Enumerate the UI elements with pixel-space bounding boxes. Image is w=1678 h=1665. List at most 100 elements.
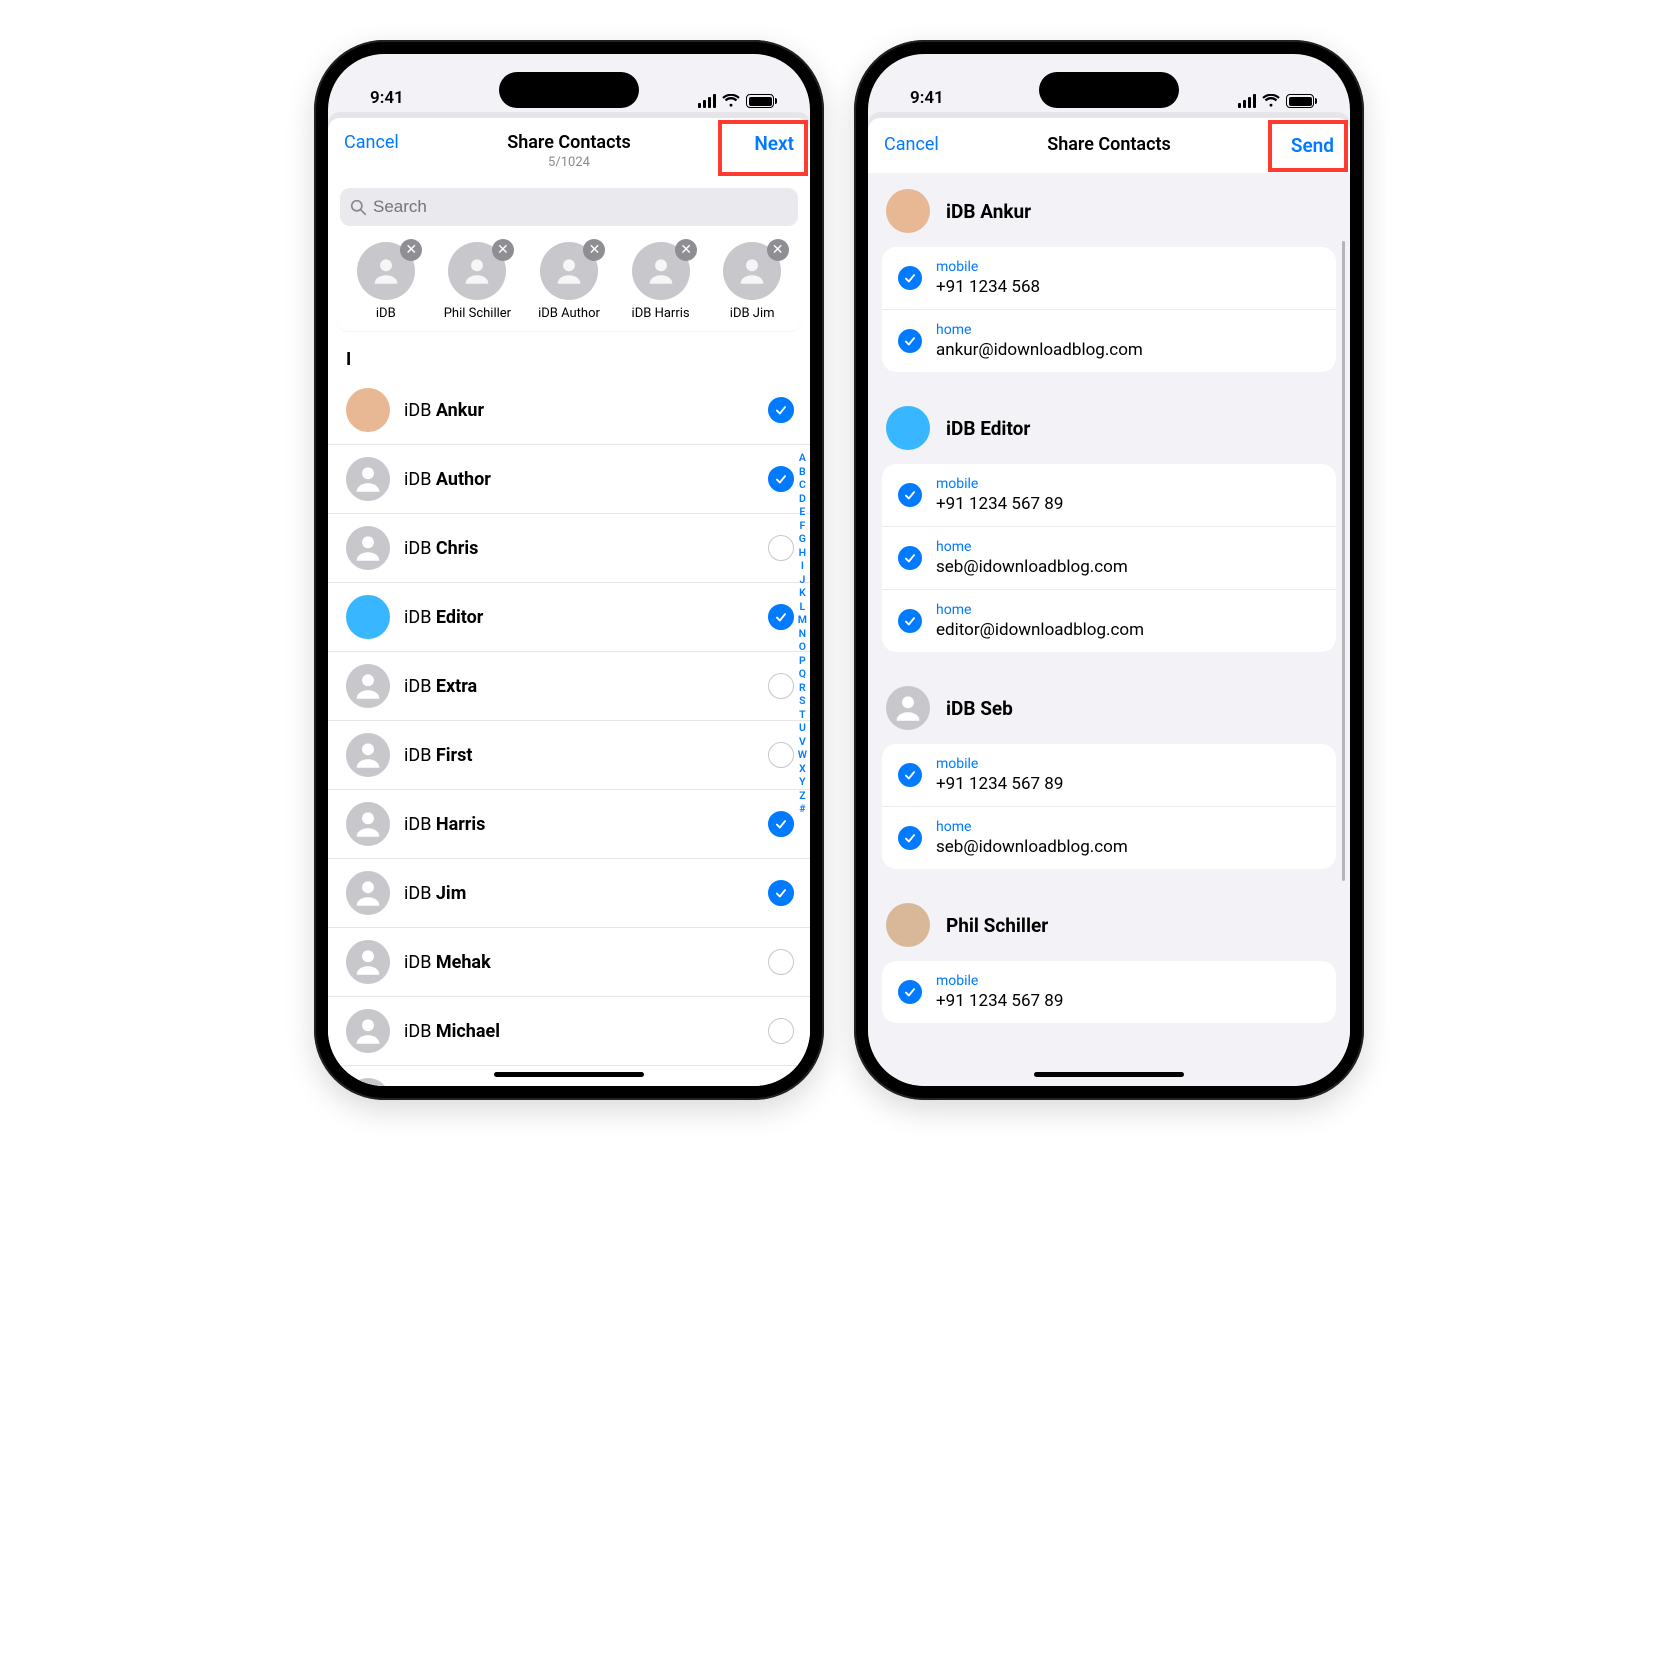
selection-check[interactable]: [768, 880, 794, 906]
index-letter[interactable]: P: [799, 654, 806, 667]
index-letter[interactable]: C: [799, 478, 806, 491]
detail-row[interactable]: homeseb@idownloadblog.com: [882, 527, 1336, 590]
selection-check[interactable]: [768, 535, 794, 561]
home-indicator[interactable]: [1034, 1072, 1184, 1077]
contact-row[interactable]: iDB Ankur: [328, 376, 810, 445]
contact-row[interactable]: iDB Author: [328, 445, 810, 514]
cancel-button[interactable]: Cancel: [884, 134, 964, 155]
avatar: [346, 871, 390, 915]
detail-row[interactable]: homeankur@idownloadblog.com: [882, 310, 1336, 372]
alphabet-index-bar[interactable]: ABCDEFGHIJKLMNOPQRSTUVWXYZ#: [798, 180, 807, 1086]
selected-contact-chip[interactable]: ✕iDB Author: [526, 242, 611, 321]
index-letter[interactable]: K: [799, 586, 806, 599]
detail-check[interactable]: [898, 329, 922, 353]
detail-value: seb@idownloadblog.com: [936, 837, 1128, 857]
index-letter[interactable]: D: [799, 492, 806, 505]
remove-icon[interactable]: ✕: [400, 239, 422, 261]
contact-row[interactable]: iDB Chris: [328, 514, 810, 583]
selection-check[interactable]: [768, 397, 794, 423]
index-letter[interactable]: A: [799, 451, 806, 464]
contact-row[interactable]: iDB Extra: [328, 652, 810, 721]
avatar: [346, 457, 390, 501]
selected-contact-chip[interactable]: ✕iDB Jim: [710, 242, 795, 321]
detail-check[interactable]: [898, 609, 922, 633]
selection-check[interactable]: [768, 604, 794, 630]
detail-label: home: [936, 819, 1128, 835]
index-letter[interactable]: J: [799, 573, 805, 586]
group-header: iDB Editor: [868, 390, 1350, 458]
index-letter[interactable]: R: [799, 681, 806, 694]
detail-row[interactable]: mobile+91 1234 567 89: [882, 961, 1336, 1023]
selection-check[interactable]: [768, 466, 794, 492]
share-details-list[interactable]: iDB Ankurmobile+91 1234 568homeankur@ido…: [868, 173, 1350, 1023]
index-letter[interactable]: O: [799, 640, 806, 653]
remove-icon[interactable]: ✕: [767, 239, 789, 261]
index-letter[interactable]: V: [799, 735, 806, 748]
search-field[interactable]: [340, 188, 798, 226]
contact-name: iDB Ankur: [404, 400, 754, 421]
index-letter[interactable]: #: [799, 802, 805, 815]
remove-icon[interactable]: ✕: [675, 239, 697, 261]
index-letter[interactable]: S: [799, 694, 805, 707]
index-letter[interactable]: W: [798, 748, 807, 761]
index-letter[interactable]: U: [799, 721, 806, 734]
contact-list[interactable]: iDB AnkuriDB AuthoriDB ChrisiDB EditoriD…: [328, 376, 810, 1086]
contact-row[interactable]: iDB Editor: [328, 583, 810, 652]
group-header: iDB Seb: [868, 670, 1350, 738]
next-button[interactable]: Next: [714, 132, 794, 155]
detail-check[interactable]: [898, 546, 922, 570]
avatar: [346, 1009, 390, 1053]
index-letter[interactable]: B: [799, 465, 806, 478]
index-letter[interactable]: L: [800, 600, 806, 613]
selection-check[interactable]: [768, 949, 794, 975]
index-letter[interactable]: I: [801, 559, 804, 572]
contact-row[interactable]: iDB Mehak: [328, 928, 810, 997]
detail-row[interactable]: homeeditor@idownloadblog.com: [882, 590, 1336, 652]
remove-icon[interactable]: ✕: [583, 239, 605, 261]
detail-row[interactable]: mobile+91 1234 568: [882, 247, 1336, 310]
contact-row[interactable]: iDB First: [328, 721, 810, 790]
selected-contact-chip[interactable]: ✕iDB Harris: [618, 242, 703, 321]
index-letter[interactable]: E: [799, 505, 805, 518]
index-letter[interactable]: G: [799, 532, 806, 545]
selected-contact-chip[interactable]: ✕Phil Schiller: [435, 242, 520, 321]
send-button[interactable]: Send: [1254, 134, 1334, 157]
screen-left: 9:41 Cancel Share Contacts 5/1024 Next: [328, 54, 810, 1086]
selection-check[interactable]: [768, 811, 794, 837]
index-letter[interactable]: T: [799, 708, 805, 721]
nav-bar: Cancel Share Contacts Send: [868, 118, 1350, 173]
selected-contact-chip[interactable]: ✕iDB: [343, 242, 428, 321]
contact-row[interactable]: iDB Michael: [328, 997, 810, 1066]
index-letter[interactable]: M: [798, 613, 807, 626]
detail-check[interactable]: [898, 826, 922, 850]
selection-check[interactable]: [768, 673, 794, 699]
search-input[interactable]: [373, 197, 788, 217]
search-icon: [350, 199, 367, 216]
index-letter[interactable]: Y: [799, 775, 805, 788]
contact-row[interactable]: iDB Jim: [328, 859, 810, 928]
home-indicator[interactable]: [494, 1072, 644, 1077]
contact-name: iDB Mehak: [404, 952, 754, 973]
index-letter[interactable]: F: [800, 519, 806, 532]
detail-value: seb@idownloadblog.com: [936, 557, 1128, 577]
detail-row[interactable]: mobile+91 1234 567 89: [882, 744, 1336, 807]
group-name: iDB Editor: [946, 417, 1030, 440]
index-letter[interactable]: H: [799, 546, 806, 559]
index-letter[interactable]: Q: [799, 667, 806, 680]
detail-check[interactable]: [898, 483, 922, 507]
detail-check[interactable]: [898, 266, 922, 290]
selection-check[interactable]: [768, 742, 794, 768]
scrollbar-indicator[interactable]: [1342, 241, 1345, 881]
contact-row[interactable]: iDB Harris: [328, 790, 810, 859]
index-letter[interactable]: Z: [799, 789, 805, 802]
remove-icon[interactable]: ✕: [492, 239, 514, 261]
signal-icon: [698, 94, 716, 108]
index-letter[interactable]: N: [799, 627, 806, 640]
cancel-button[interactable]: Cancel: [344, 132, 424, 153]
detail-check[interactable]: [898, 763, 922, 787]
detail-row[interactable]: home seb@idownloadblog.com: [882, 807, 1336, 869]
index-letter[interactable]: X: [799, 762, 806, 775]
selection-check[interactable]: [768, 1018, 794, 1044]
detail-check[interactable]: [898, 980, 922, 1004]
detail-row[interactable]: mobile+91 1234 567 89: [882, 464, 1336, 527]
